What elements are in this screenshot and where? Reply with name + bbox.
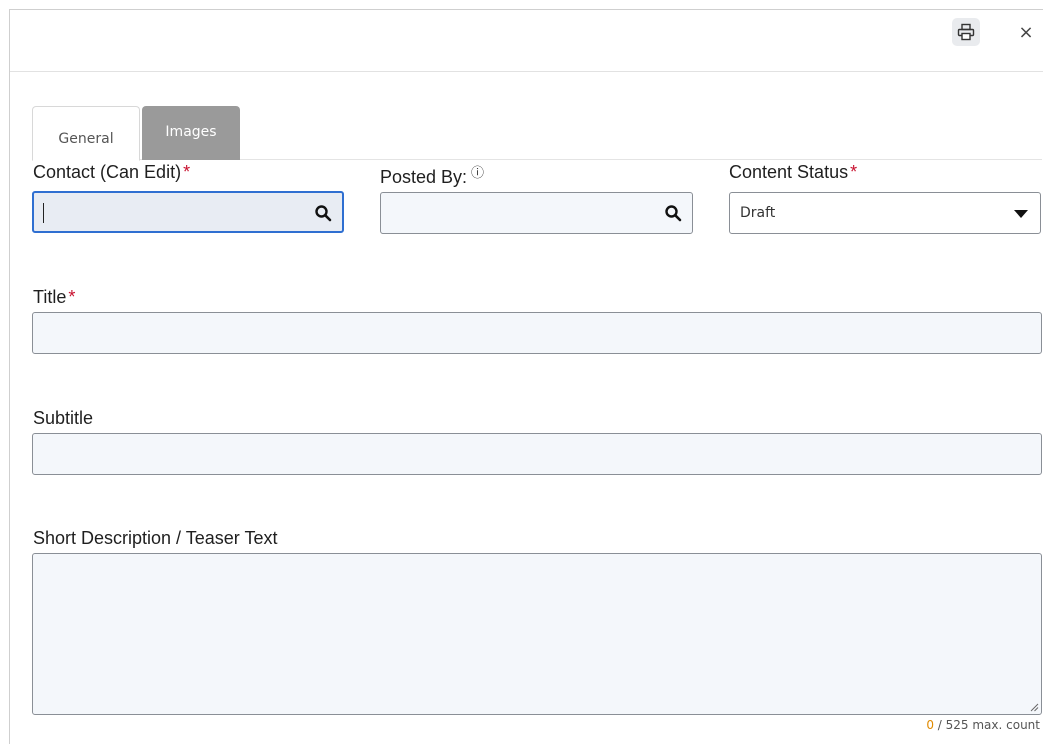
printer-icon: [957, 23, 975, 41]
contact-label-text: Contact (Can Edit): [33, 162, 182, 182]
short-description-label-text: Short Description / Teaser Text: [33, 528, 278, 548]
character-limit: / 525 max. count: [933, 718, 1040, 732]
title-label-text: Title: [33, 287, 67, 307]
posted-by-label-text: Posted By:: [380, 167, 468, 187]
subtitle-input[interactable]: [32, 433, 1042, 475]
required-mark: *: [850, 162, 858, 182]
required-mark: *: [68, 287, 76, 307]
required-mark: *: [183, 162, 191, 182]
info-icon[interactable]: ⓘ: [471, 165, 484, 180]
posted-by-label: Posted By: ⓘ: [380, 162, 484, 188]
search-icon[interactable]: [314, 204, 332, 222]
close-icon: ×: [1018, 21, 1034, 43]
contact-label: Contact (Can Edit) *: [33, 162, 190, 183]
title-input[interactable]: [32, 312, 1042, 354]
content-status-select[interactable]: Draft: [729, 192, 1041, 234]
character-count: 0: [926, 718, 934, 732]
short-description-label: Short Description / Teaser Text: [33, 528, 277, 549]
subtitle-label: Subtitle: [33, 408, 93, 429]
content-status-label: Content Status *: [729, 162, 857, 183]
close-button[interactable]: ×: [1012, 18, 1040, 46]
print-button[interactable]: [952, 18, 980, 46]
title-label: Title *: [33, 287, 75, 308]
search-icon[interactable]: [664, 204, 682, 222]
tab-bar: General Images: [32, 106, 1042, 161]
chevron-down-icon: [1014, 210, 1028, 218]
resize-handle-icon[interactable]: [1029, 702, 1039, 712]
tab-general[interactable]: General: [32, 106, 140, 161]
posted-by-search-input[interactable]: [380, 192, 693, 234]
short-description-textarea[interactable]: [32, 553, 1042, 715]
dialog-header: ×: [10, 10, 1043, 72]
content-status-label-text: Content Status: [729, 162, 849, 182]
tab-images[interactable]: Images: [142, 106, 240, 160]
character-counter: 0 / 525 max. count: [926, 718, 1040, 732]
subtitle-label-text: Subtitle: [33, 408, 94, 428]
contact-search-input[interactable]: [32, 191, 344, 233]
content-status-value: Draft: [740, 205, 776, 221]
tab-general-label: General: [58, 130, 114, 147]
text-cursor: [43, 203, 44, 223]
dialog-frame: × General Images Contact (Can Edit) * Pos…: [9, 9, 1043, 744]
tab-images-label: Images: [165, 124, 217, 140]
